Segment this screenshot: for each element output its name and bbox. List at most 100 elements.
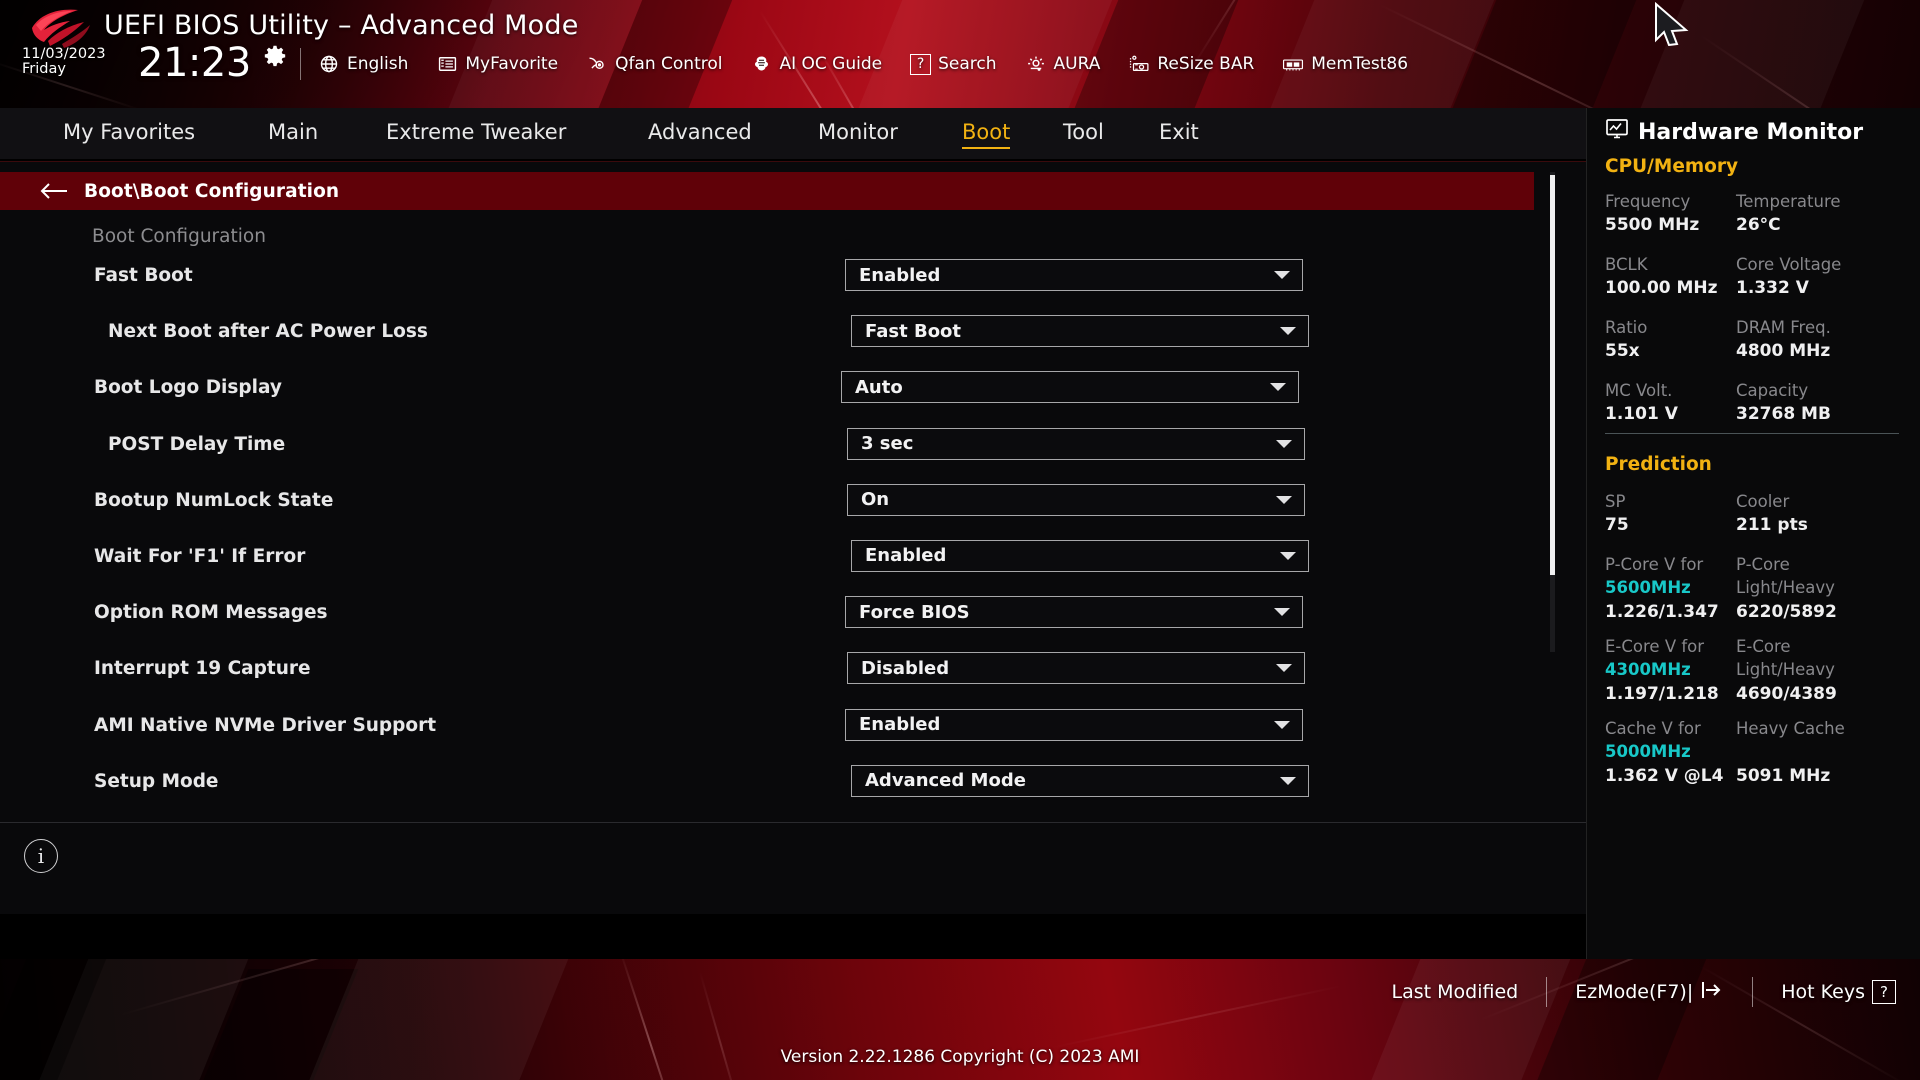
- brain-chip-icon: [750, 53, 772, 75]
- hw-key: DRAM Freq.: [1736, 318, 1831, 337]
- setting-dropdown-wait-for-f1-if-error[interactable]: Enabled: [851, 539, 1309, 572]
- hot-keys-button[interactable]: Hot Keys ?: [1781, 980, 1896, 1004]
- setting-dropdown-option-rom-messages[interactable]: Force BIOS: [845, 596, 1303, 629]
- setting-label: AMI Native NVMe Driver Support: [94, 714, 437, 736]
- setting-dropdown-ami-native-nvme-driver-support[interactable]: Enabled: [845, 708, 1303, 741]
- hw-cell-sp: SP 75: [1605, 490, 1755, 538]
- hw-cell-core-voltage: Core Voltage 1.332 V: [1736, 253, 1886, 301]
- hardware-monitor-title-label: Hardware Monitor: [1638, 119, 1864, 145]
- hw-row: SP 75 Cooler 211 pts: [1605, 490, 1905, 553]
- hw-key-freq: 5600MHz: [1605, 578, 1691, 598]
- hw-value: 4800 MHz: [1736, 341, 1831, 362]
- hw-cell-cooler: Cooler 211 pts: [1736, 490, 1886, 538]
- footer-divider: [1546, 977, 1548, 1007]
- exit-arrow-icon: [1700, 980, 1724, 1005]
- hw-cell-cache-voltage: Cache V for 5000MHz 1.362 V @L4: [1605, 717, 1755, 788]
- tab-my-favorites[interactable]: My Favorites: [63, 120, 195, 147]
- setting-row-bootup-numlock-state: Bootup NumLock State On: [0, 479, 1534, 535]
- hw-value: 5091 MHz: [1736, 766, 1831, 787]
- ezmode-button[interactable]: EzMode(F7)|: [1575, 980, 1724, 1005]
- setting-dropdown-setup-mode[interactable]: Advanced Mode: [851, 764, 1309, 797]
- hw-cell-capacity: Capacity 32768 MB: [1736, 379, 1886, 427]
- chevron-down-icon: [1276, 439, 1292, 448]
- hw-key: E-Core: [1736, 637, 1791, 656]
- monitor-chart-icon: [1605, 118, 1629, 146]
- bottom-banner: Last Modified EzMode(F7)| Hot Keys ? Ver…: [0, 959, 1920, 1080]
- breadcrumb-path: Boot\Boot Configuration: [84, 180, 340, 202]
- hw-row: E-Core V for 4300MHz 1.197/1.218 E-Core …: [1605, 635, 1905, 717]
- hw-cell-e-core-light-heavy: E-Core Light/Heavy 4690/4389: [1736, 635, 1886, 706]
- tool-qfan-control[interactable]: Qfan Control: [586, 53, 735, 75]
- setting-dropdown-post-delay-time[interactable]: 3 sec: [847, 427, 1305, 460]
- setting-row-option-rom-messages: Option ROM Messages Force BIOS: [0, 591, 1534, 647]
- setting-dropdown-next-boot-after-ac-power-loss[interactable]: Fast Boot: [851, 315, 1309, 348]
- hw-divider: [1605, 433, 1899, 434]
- date-value: 11/03/2023: [22, 46, 106, 62]
- setting-row-next-boot-after-ac-power-loss: Next Boot after AC Power Loss Fast Boot: [0, 310, 1534, 366]
- globe-icon: [318, 53, 340, 75]
- tab-boot[interactable]: Boot: [962, 120, 1011, 149]
- tool-aura[interactable]: AURA: [1025, 53, 1114, 75]
- setting-row-fast-boot: Fast Boot Enabled: [0, 254, 1534, 310]
- tab-extreme-tweaker[interactable]: Extreme Tweaker: [386, 120, 566, 147]
- tab-main[interactable]: Main: [268, 120, 318, 147]
- hw-value: 1.226/1.347: [1605, 601, 1719, 622]
- tool-search[interactable]: ? Search: [910, 53, 1009, 75]
- hw-key: Cooler: [1736, 492, 1790, 511]
- hw-value: 32768 MB: [1736, 404, 1831, 425]
- setting-label: Interrupt 19 Capture: [94, 658, 311, 680]
- hardware-monitor-panel: Hardware Monitor CPU/Memory Frequency 55…: [1586, 108, 1920, 959]
- bios-screen: UEFI BIOS Utility – Advanced Mode 11/03/…: [0, 0, 1920, 1080]
- tab-monitor[interactable]: Monitor: [818, 120, 898, 147]
- hw-key: Capacity: [1736, 381, 1809, 400]
- hw-cell-bclk: BCLK 100.00 MHz: [1605, 253, 1755, 301]
- hw-key: Temperature: [1736, 192, 1841, 211]
- info-icon[interactable]: i: [24, 839, 58, 873]
- chevron-down-icon: [1276, 664, 1292, 673]
- tool-myfavorite-label: MyFavorite: [465, 54, 559, 74]
- hw-key: Heavy Cache: [1736, 719, 1845, 738]
- dropdown-value: 3 sec: [861, 433, 914, 455]
- setting-row-post-delay-time: POST Delay Time 3 sec: [0, 423, 1534, 479]
- tool-memtest86[interactable]: MemTest86: [1282, 53, 1421, 75]
- setting-label: Next Boot after AC Power Loss: [108, 321, 428, 343]
- setting-dropdown-boot-logo-display[interactable]: Auto: [841, 371, 1299, 404]
- footer-actions: Last Modified EzMode(F7)| Hot Keys ?: [1392, 977, 1896, 1007]
- mouse-cursor: [1650, 1, 1690, 50]
- tab-exit[interactable]: Exit: [1159, 120, 1199, 147]
- tool-resize-bar[interactable]: ReSize BAR: [1128, 53, 1267, 75]
- setting-dropdown-fast-boot[interactable]: Enabled: [845, 259, 1303, 291]
- setting-label: Fast Boot: [94, 265, 193, 286]
- last-modified-button[interactable]: Last Modified: [1392, 981, 1519, 1003]
- memory-module-icon: [1282, 53, 1304, 75]
- chevron-down-icon: [1274, 720, 1290, 729]
- star-list-icon: [436, 53, 458, 75]
- tab-advanced[interactable]: Advanced: [648, 120, 752, 147]
- page-title: UEFI BIOS Utility – Advanced Mode: [104, 10, 579, 41]
- hw-cell-temperature: Temperature 26°C: [1736, 190, 1886, 238]
- setting-row-wait-for-f1-if-error: Wait For 'F1' If Error Enabled: [0, 535, 1534, 591]
- settings-group-title: Boot Configuration: [92, 226, 266, 247]
- hw-key: Core Voltage: [1736, 255, 1842, 274]
- tool-ai-oc-guide[interactable]: AI OC Guide: [750, 53, 895, 75]
- gear-icon[interactable]: [262, 44, 288, 70]
- hw-row: Cache V for 5000MHz 1.362 V @L4 Heavy Ca…: [1605, 717, 1905, 799]
- chevron-down-icon: [1274, 608, 1290, 617]
- settings-scrollbar-thumb[interactable]: [1550, 175, 1555, 575]
- setting-label: Option ROM Messages: [94, 602, 328, 624]
- question-box-icon: ?: [910, 53, 932, 75]
- hw-row: Frequency 5500 MHz Temperature 26°C: [1605, 190, 1905, 253]
- hw-key-freq: 5000MHz: [1605, 742, 1691, 762]
- tab-tool[interactable]: Tool: [1063, 120, 1104, 147]
- setting-dropdown-interrupt-19-capture[interactable]: Disabled: [847, 652, 1305, 685]
- setting-dropdown-bootup-numlock-state[interactable]: On: [847, 483, 1305, 516]
- setting-label: Boot Logo Display: [94, 377, 282, 399]
- arrow-left-icon[interactable]: [40, 182, 68, 200]
- tool-resizebar-label: ReSize BAR: [1157, 54, 1255, 74]
- hw-key: P-Core: [1736, 555, 1790, 574]
- tool-language[interactable]: English: [318, 53, 421, 75]
- setting-row-ami-native-nvme-driver-support: AMI Native NVMe Driver Support Enabled: [0, 704, 1534, 760]
- info-bar: i: [0, 822, 1586, 914]
- tool-myfavorite[interactable]: MyFavorite: [436, 53, 571, 75]
- chevron-down-icon: [1280, 776, 1296, 785]
